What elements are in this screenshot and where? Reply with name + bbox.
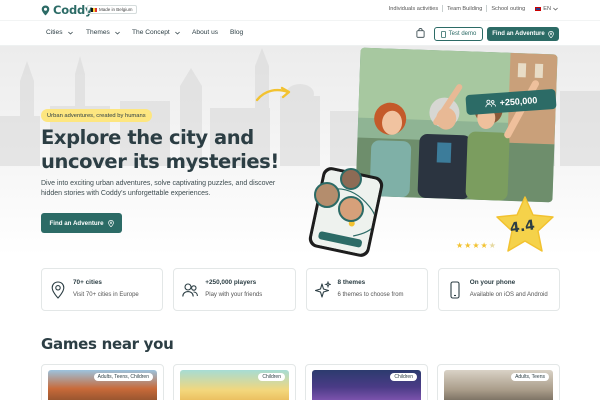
feature-card-phone: On your phone Available on iOS and Andro… — [437, 268, 560, 311]
hero-photo — [355, 47, 558, 203]
rating-value: 4.4 — [509, 217, 536, 237]
feature-card-players: +250,000 players Play with your friends — [173, 268, 296, 311]
map-pin-icon — [107, 219, 114, 227]
test-demo-label: Test demo — [448, 31, 477, 37]
group-photo-image — [355, 47, 558, 203]
game-card[interactable]: Adults, Teens — [437, 364, 560, 400]
toplink-individuals[interactable]: Individuals activities — [389, 6, 438, 12]
half-star-icon: ★ — [488, 241, 496, 250]
nav-item-blog[interactable]: Blog — [230, 29, 243, 36]
uk-flag-icon — [535, 6, 542, 11]
features-row: 70+ cities Visit 70+ cities in Europe +2… — [41, 268, 560, 311]
star-icon: ★ — [456, 241, 464, 250]
star-icon: ★ — [464, 241, 472, 250]
game-card[interactable]: Children — [305, 364, 428, 400]
nav-item-label: The Concept — [132, 29, 170, 36]
made-in-badge: Made in Belgium — [87, 5, 137, 14]
nav-item-label: Themes — [86, 29, 110, 36]
game-card-image: Children — [180, 370, 289, 400]
hero-tagline: Urban adventures, created by humans — [41, 109, 152, 122]
star-icon: ★ — [472, 241, 480, 250]
made-in-label: Made in Belgium — [99, 7, 133, 12]
top-bar: Coddy Made in Belgium Individuals activi… — [0, 0, 600, 20]
users-icon — [485, 99, 496, 108]
nav-item-cities[interactable]: Cities — [46, 29, 73, 36]
chevron-down-icon — [553, 7, 558, 11]
avatar-bubble — [314, 182, 340, 208]
game-card-image: Adults, Teens — [444, 370, 553, 400]
feature-subtitle: Visit 70+ cities in Europe — [73, 292, 139, 298]
nav-item-label: About us — [192, 29, 219, 36]
shopping-bag-icon[interactable] — [416, 28, 425, 38]
games-heading: Games near you — [41, 335, 174, 353]
feature-title: On your phone — [469, 279, 516, 286]
feature-subtitle: Available on iOS and Android — [469, 292, 548, 298]
players-count: +250,000 — [499, 95, 538, 108]
chevron-down-icon — [67, 31, 73, 35]
game-card-image: Adults, Teens, Children — [48, 370, 157, 400]
audience-tag: Adults, Teens, Children — [93, 373, 153, 381]
hero-title: Explore the city and uncover its mysteri… — [41, 126, 279, 173]
audience-tag: Children — [258, 373, 285, 381]
toplink-school-outing[interactable]: School outing — [491, 6, 525, 12]
audience-tag: Children — [390, 373, 417, 381]
belgium-flag-icon — [91, 7, 97, 12]
hero-subtitle: Dive into exciting urban adventures, sol… — [41, 180, 276, 197]
phone-icon — [440, 30, 446, 38]
find-adventure-nav-button[interactable]: Find an Adventure — [487, 27, 559, 41]
feature-title: 8 themes — [337, 279, 366, 286]
map-pin-icon — [51, 281, 65, 299]
decorative-arrow-icon — [255, 86, 291, 102]
language-selector[interactable]: EN — [535, 6, 558, 12]
nav-item-label: Cities — [46, 29, 63, 36]
chevron-down-icon — [174, 31, 180, 35]
logo[interactable]: Coddy — [41, 3, 93, 17]
game-card-image: Children — [312, 370, 421, 400]
games-list: Adults, Teens, Children Children Childre… — [41, 364, 560, 400]
feature-subtitle: Play with your friends — [205, 292, 263, 298]
main-nav: Cities Themes The Concept About us Blog … — [0, 20, 600, 46]
sparkles-icon — [314, 281, 331, 298]
divider — [486, 5, 488, 12]
game-card[interactable]: Adults, Teens, Children — [41, 364, 164, 400]
top-links: Individuals activities Team Building Sch… — [389, 5, 558, 12]
star-icon: ★ — [480, 241, 488, 250]
feature-title: 70+ cities — [73, 279, 102, 286]
divider — [442, 5, 444, 12]
feature-title: +250,000 players — [205, 279, 257, 286]
language-label: EN — [543, 5, 551, 12]
rating-stars: ★ ★ ★ ★ ★ — [456, 242, 496, 250]
nav-item-about[interactable]: About us — [192, 29, 218, 36]
map-pin-icon — [547, 30, 554, 38]
toplink-team-building[interactable]: Team Building — [447, 6, 482, 12]
nav-item-label: Blog — [230, 29, 244, 36]
chevron-down-icon — [114, 31, 120, 35]
logo-pin-icon — [41, 5, 50, 15]
avatar-bubble — [338, 196, 364, 222]
find-adventure-label: Find an Adventure — [49, 219, 104, 227]
phone-icon — [450, 281, 460, 299]
nav-item-concept[interactable]: The Concept — [132, 29, 180, 36]
users-icon — [182, 283, 199, 297]
find-adventure-hero-button[interactable]: Find an Adventure — [41, 213, 122, 233]
find-adventure-label: Find an Adventure — [492, 31, 545, 37]
feature-card-cities: 70+ cities Visit 70+ cities in Europe — [41, 268, 164, 311]
feature-card-themes: 8 themes 6 themes to choose from — [305, 268, 428, 311]
feature-subtitle: 6 themes to choose from — [337, 292, 404, 298]
nav-item-themes[interactable]: Themes — [86, 29, 120, 36]
test-demo-button[interactable]: Test demo — [434, 27, 483, 41]
audience-tag: Adults, Teens — [511, 373, 549, 381]
game-card[interactable]: Children — [173, 364, 296, 400]
avatar-bubble — [340, 168, 362, 190]
